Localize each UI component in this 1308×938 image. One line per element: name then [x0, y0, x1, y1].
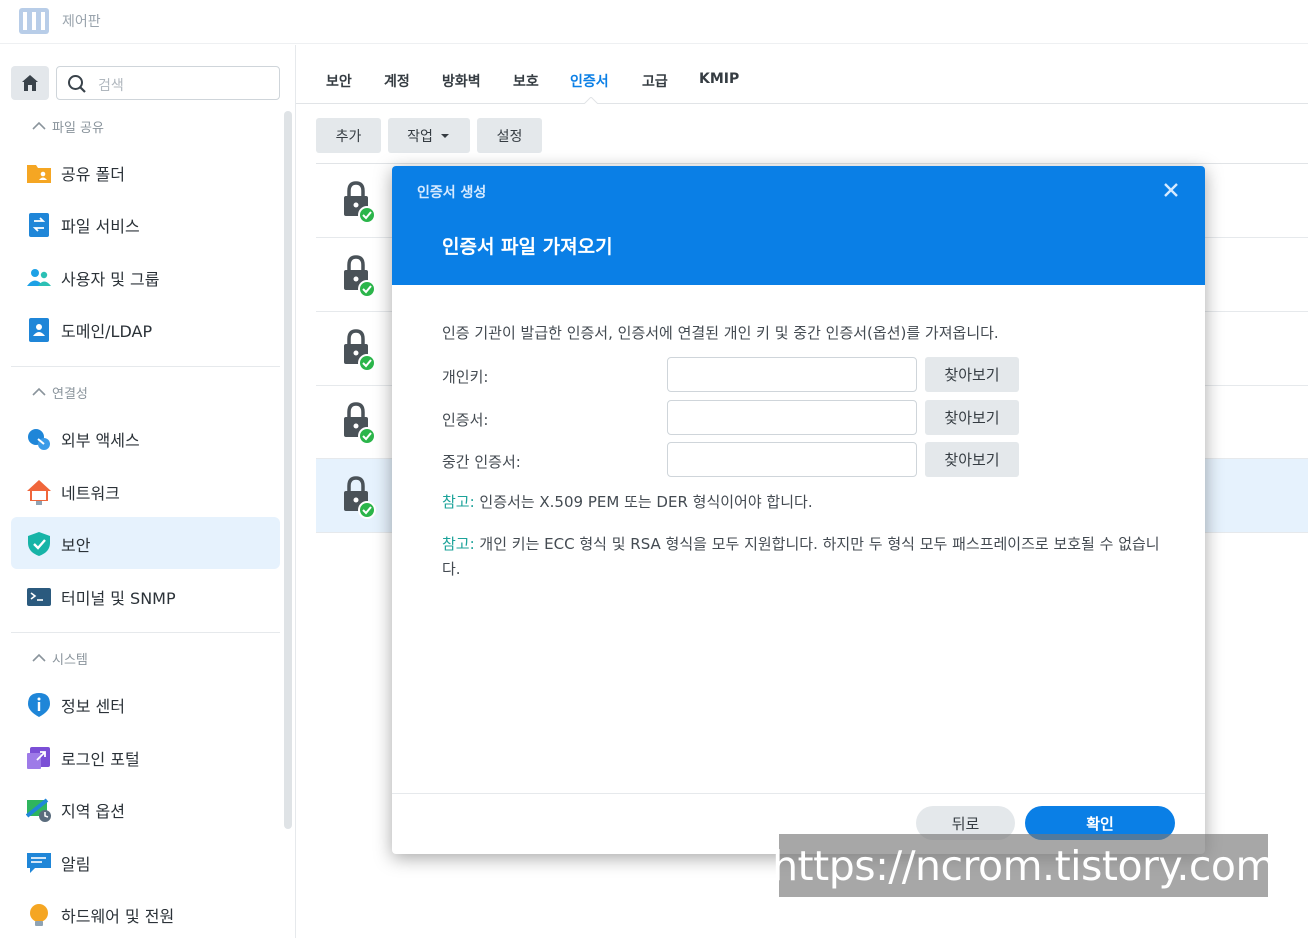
certificate-field[interactable] — [667, 400, 917, 435]
section-title: 시스템 — [52, 652, 88, 668]
section-header-system[interactable]: 시스템 — [30, 647, 88, 669]
certificate-browse-button[interactable]: 찾아보기 — [925, 400, 1019, 435]
sidebar-item-regional-options[interactable]: 지역 옵션 — [11, 783, 280, 835]
intermediate-certificate-browse-button[interactable]: 찾아보기 — [925, 442, 1019, 477]
dialog-footer-divider — [392, 793, 1205, 794]
tab-kmip[interactable]: KMIP — [699, 71, 739, 87]
tab-advanced[interactable]: 고급 — [642, 71, 668, 91]
caret-down-icon — [440, 133, 449, 138]
external-access-icon — [28, 429, 50, 450]
action-dropdown-button[interactable]: 작업 — [388, 118, 470, 153]
section-header-file-sharing[interactable]: 파일 공유 — [30, 115, 104, 137]
title-bar: 제어판 — [0, 0, 1308, 44]
certificate-lock-icon — [344, 181, 376, 224]
file-services-icon — [29, 213, 49, 237]
private-key-browse-button[interactable]: 찾아보기 — [925, 357, 1019, 392]
intermediate-certificate-label: 중간 인증서: — [442, 453, 521, 471]
intermediate-certificate-field[interactable] — [667, 442, 917, 477]
section-divider — [11, 366, 280, 367]
control-panel-icon — [19, 8, 49, 34]
watermark: https://ncrom.tistory.com — [772, 834, 1275, 897]
sidebar-item-file-services[interactable]: 파일 서비스 — [11, 198, 280, 250]
tab-account[interactable]: 계정 — [384, 71, 410, 91]
create-certificate-dialog: 인증서 생성 인증서 파일 가져오기 인증 기관이 발급한 인증서, 인증서에 … — [392, 166, 1205, 854]
sidebar-item-domain-ldap[interactable]: 도메인/LDAP — [11, 303, 280, 355]
section-title: 연결성 — [52, 386, 88, 402]
regional-options-icon — [26, 798, 51, 822]
sidebar-item-shared-folder[interactable]: 공유 폴더 — [11, 146, 280, 198]
note-format: 참고: 인증서는 X.509 PEM 또는 DER 형식이어야 합니다. — [442, 493, 813, 511]
certificate-lock-icon — [344, 402, 376, 445]
security-shield-icon — [28, 532, 50, 556]
shared-folder-icon — [27, 165, 51, 183]
hardware-power-icon — [30, 904, 48, 926]
section-title: 파일 공유 — [52, 120, 104, 136]
tab-bar: 보안 계정 방화벽 보호 인증서 고급 KMIP — [296, 45, 1308, 105]
chevron-up-icon — [32, 653, 46, 662]
window-title: 제어판 — [62, 14, 101, 30]
sidebar-item-network[interactable]: 네트워크 — [11, 465, 280, 517]
sidebar-item-hardware-power[interactable]: 하드웨어 및 전원 — [11, 888, 280, 938]
chevron-up-icon — [32, 387, 46, 396]
close-icon[interactable] — [1161, 180, 1181, 200]
tab-certificate[interactable]: 인증서 — [570, 71, 609, 91]
sidebar-item-security[interactable]: 보안 — [11, 517, 280, 569]
dialog-header: 인증서 생성 인증서 파일 가져오기 — [392, 166, 1205, 285]
certificate-lock-icon — [344, 476, 376, 519]
search-placeholder: 검색 — [98, 78, 124, 94]
add-button[interactable]: 추가 — [316, 118, 381, 153]
active-tab-caret — [583, 97, 599, 105]
home-button[interactable] — [11, 66, 49, 100]
dialog-subtitle: 인증서 파일 가져오기 — [442, 236, 613, 258]
section-divider — [11, 632, 280, 633]
domain-ldap-icon — [29, 318, 49, 342]
terminal-icon — [27, 588, 51, 606]
sidebar-scrollbar[interactable] — [284, 111, 292, 829]
tab-firewall[interactable]: 방화벽 — [442, 71, 481, 91]
chevron-up-icon — [32, 121, 46, 130]
section-header-connectivity[interactable]: 연결성 — [30, 381, 88, 403]
settings-button[interactable]: 설정 — [477, 118, 542, 153]
sidebar-item-login-portal[interactable]: 로그인 포털 — [11, 731, 280, 783]
home-icon — [22, 75, 38, 91]
users-groups-icon — [27, 269, 51, 286]
dialog-title: 인증서 생성 — [417, 185, 487, 201]
tab-protection[interactable]: 보호 — [513, 71, 539, 91]
private-key-label: 개인키: — [442, 368, 489, 386]
notification-icon — [27, 853, 51, 873]
search-input[interactable]: 검색 — [56, 66, 280, 100]
info-center-icon — [28, 693, 50, 717]
private-key-field[interactable] — [667, 357, 917, 392]
note-key-types: 참고: 개인 키는 ECC 형식 및 RSA 형식을 모두 지원합니다. 하지만… — [442, 535, 1160, 578]
network-icon — [27, 480, 51, 505]
dialog-description: 인증 기관이 발급한 인증서, 인증서에 연결된 개인 키 및 중간 인증서(옵… — [442, 324, 999, 342]
sidebar-item-notification[interactable]: 알림 — [11, 836, 280, 888]
certificate-label: 인증서: — [442, 411, 489, 429]
tab-security[interactable]: 보안 — [326, 71, 352, 91]
sidebar-item-users-groups[interactable]: 사용자 및 그룹 — [11, 251, 280, 303]
sidebar-item-terminal-snmp[interactable]: 터미널 및 SNMP — [11, 570, 280, 622]
sidebar: 검색 파일 공유 공유 폴더 파일 서비스 사용자 및 그룹 도메인/LDAP — [0, 45, 296, 938]
search-icon — [68, 75, 86, 93]
certificate-lock-icon — [344, 329, 376, 372]
certificate-lock-icon — [344, 255, 376, 298]
login-portal-icon — [27, 747, 50, 769]
sidebar-item-info-center[interactable]: 정보 센터 — [11, 678, 280, 730]
sidebar-item-external-access[interactable]: 외부 액세스 — [11, 412, 280, 464]
